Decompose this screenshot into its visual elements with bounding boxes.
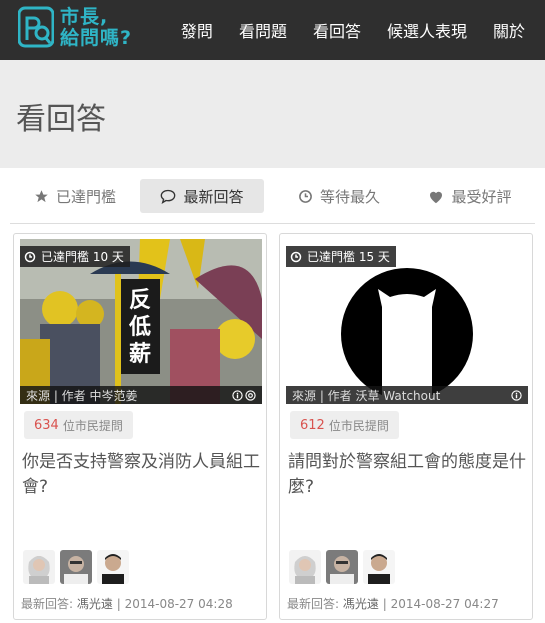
credit-text[interactable]: 來源 | 作者 沃草 Watchout [292,387,440,404]
asker-count: 612 位市民提問 [290,411,399,439]
latest-time: | 2014-08-27 04:28 [116,597,233,611]
nav-about[interactable]: 關於 [493,18,525,42]
candidate-avatars [23,550,129,584]
avatar[interactable] [326,550,358,584]
logo-line-2: 給問嗎? [60,27,133,49]
tab-label: 最新回答 [183,187,244,206]
logo-wordmark: 市長, 給問嗎? [60,7,132,49]
badge-text: 已達門檻 10 天 [41,250,124,264]
top-navigation-bar: 市長, 給問嗎? 發問 看問題 看回答 候選人表現 關於 [0,0,545,60]
license-icons [511,389,522,401]
tab-latest-answers[interactable]: 最新回答 [140,179,264,213]
tab-most-liked[interactable]: 最受好評 [410,179,530,213]
filter-tabs: 已達門檻 最新回答 等待最久 最受好評 [10,176,535,216]
answer-card[interactable]: 反 低 薪 已達門檻 10 天 來源 | 作者 中岑范姜 634 位市民提問 你… [13,233,267,620]
heart-icon [428,189,444,204]
answer-card[interactable]: 已達門檻 15 天 來源 | 作者 沃草 Watchout 612 位市民提問 … [279,233,533,620]
image-credit: 來源 | 作者 沃草 Watchout [286,386,528,404]
clock-icon [290,251,302,263]
avatar[interactable] [60,550,92,584]
candidate-avatars [289,550,395,584]
credit-text[interactable]: 來源 | 作者 中岑范姜 [26,387,138,404]
latest-label: 最新回答: [21,597,74,611]
latest-answer-meta: 最新回答: 馮光遠 | 2014-08-27 04:28 [21,595,233,612]
nav-ask[interactable]: 發問 [181,18,213,42]
asker-count: 634 位市民提問 [24,411,133,439]
logo-mark-icon [17,6,55,50]
latest-time: | 2014-08-27 04:27 [382,597,499,611]
question-text[interactable]: 請問對於警察組工會的態度是什麼? [288,450,528,500]
main-nav: 發問 看問題 看回答 候選人表現 關於 [181,0,525,60]
nav-candidates[interactable]: 候選人表現 [387,18,467,42]
tabs-divider [10,223,535,224]
threshold-badge: 已達門檻 10 天 [20,246,130,267]
latest-label: 最新回答: [287,597,340,611]
speech-bubble-icon [160,189,176,204]
latest-answerer[interactable]: 馮光遠 [77,597,113,611]
threshold-badge: 已達門檻 15 天 [286,246,396,267]
star-icon [34,189,49,204]
nav-questions[interactable]: 看問題 [239,18,287,42]
tab-reached-threshold[interactable]: 已達門檻 [10,179,140,213]
tab-label: 等待最久 [319,187,380,206]
avatar[interactable] [23,550,55,584]
tab-label: 最受好評 [451,187,512,206]
card-image[interactable]: 已達門檻 15 天 來源 | 作者 沃草 Watchout [286,239,528,404]
tab-label: 已達門檻 [55,187,116,206]
title-band: 看回答 [0,60,545,168]
asker-count-label: 位市民提問 [328,418,389,433]
clock-icon [298,189,313,204]
sign-char-3: 薪 [129,341,151,367]
avatar[interactable] [363,550,395,584]
asker-count-number: 612 [300,417,325,433]
sign-char-1: 反 [129,288,151,313]
clock-icon [24,251,36,263]
card-image[interactable]: 反 低 薪 已達門檻 10 天 來源 | 作者 中岑范姜 [20,239,262,404]
sign-char-2: 低 [128,315,151,340]
page-title: 看回答 [16,102,106,137]
avatar[interactable] [289,550,321,584]
question-text[interactable]: 你是否支持警察及消防人員組工會? [22,450,262,500]
info-icon [511,389,522,401]
tab-longest-waiting[interactable]: 等待最久 [274,179,404,213]
nav-answers[interactable]: 看回答 [313,18,361,42]
latest-answer-meta: 最新回答: 馮光遠 | 2014-08-27 04:27 [287,595,499,612]
info-icon [232,389,243,401]
site-logo[interactable]: 市長, 給問嗎? [17,6,132,50]
asker-count-label: 位市民提問 [62,418,123,433]
image-credit: 來源 | 作者 中岑范姜 [20,386,262,404]
badge-text: 已達門檻 15 天 [307,250,390,264]
license-icons [232,389,256,401]
cc-icon [245,389,256,401]
logo-line-1: 市長, [60,6,109,28]
asker-count-number: 634 [34,417,59,433]
latest-answerer[interactable]: 馮光遠 [343,597,379,611]
avatar[interactable] [97,550,129,584]
